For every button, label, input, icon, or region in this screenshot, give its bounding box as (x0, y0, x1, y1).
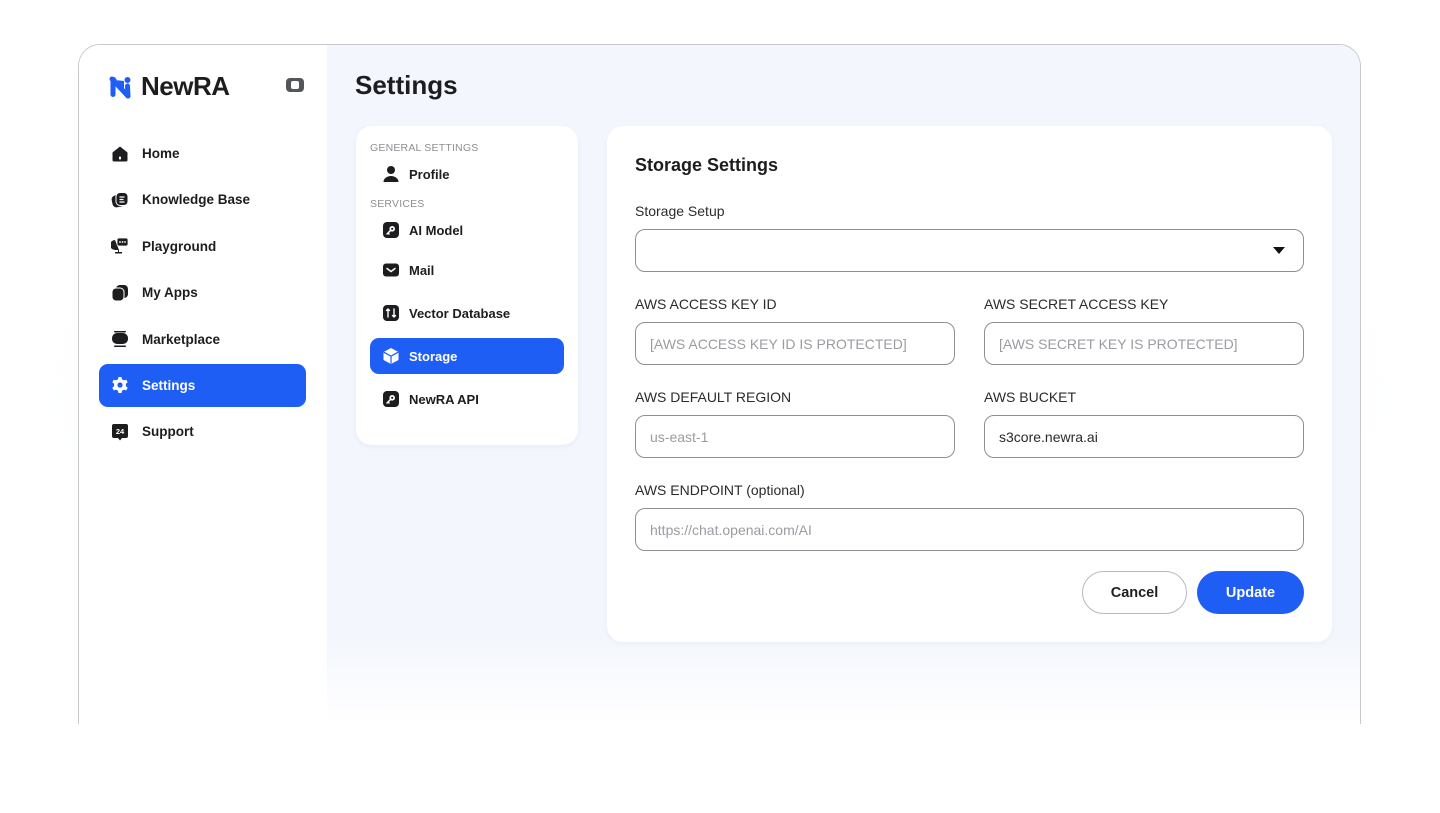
app-window: NewRA Home Knowledge Base Playground My … (78, 44, 1361, 724)
sub-nav-item-label: Vector Database (409, 305, 511, 321)
marketplace-icon (111, 330, 129, 348)
sidebar-item-label: Home (142, 146, 180, 161)
storage-settings-panel: Storage Settings Storage Setup AWS ACCES… (607, 126, 1332, 642)
sidebar-toggle-button[interactable] (286, 78, 304, 92)
brand-name: NewRA (141, 71, 230, 101)
caret-down-icon (1273, 247, 1285, 254)
endpoint-field[interactable] (635, 508, 1304, 551)
bucket-input[interactable] (999, 428, 1303, 445)
sub-nav-item-label: Profile (409, 166, 450, 182)
bucket-field[interactable] (984, 415, 1304, 458)
sidebar-item-label: Settings (142, 377, 196, 393)
default-region-field[interactable] (635, 415, 955, 458)
bucket-label: AWS BUCKET (984, 389, 1077, 405)
access-key-id-input[interactable] (650, 335, 954, 352)
newra-logo-icon (109, 76, 131, 98)
endpoint-label: AWS ENDPOINT (optional) (635, 482, 805, 498)
access-key-id-label: AWS ACCESS KEY ID (635, 296, 777, 312)
storage-setup-select[interactable] (635, 229, 1304, 272)
secret-access-key-label: AWS SECRET ACCESS KEY (984, 296, 1169, 312)
sidebar-item-my-apps[interactable]: My Apps (99, 271, 306, 314)
page-title: Settings (355, 70, 458, 100)
home-icon (111, 145, 129, 163)
gear-icon (111, 376, 129, 394)
sidebar-item-label: My Apps (142, 285, 198, 301)
secret-access-key-input[interactable] (999, 335, 1303, 352)
default-region-label: AWS DEFAULT REGION (635, 389, 792, 405)
panel-title: Storage Settings (635, 155, 779, 175)
key-icon (382, 221, 400, 239)
sub-nav-item-newra-api[interactable]: NewRA API (370, 381, 564, 417)
update-button[interactable]: Update (1197, 571, 1304, 614)
sub-nav-section-heading: SERVICES (370, 198, 425, 210)
access-key-id-field[interactable] (635, 322, 955, 365)
user-icon (382, 165, 400, 183)
endpoint-input[interactable] (650, 521, 1303, 538)
settings-sub-nav: GENERAL SETTINGS Profile SERVICES AI Mod… (356, 126, 578, 445)
sub-nav-item-label: AI Model (409, 222, 464, 238)
sidebar-item-playground[interactable]: Playground (99, 225, 306, 268)
support-24-icon: 24 (111, 423, 129, 441)
vector-database-icon (382, 304, 400, 322)
sidebar-item-marketplace[interactable]: Marketplace (99, 318, 306, 361)
secret-access-key-field[interactable] (984, 322, 1304, 365)
sidebar-item-knowledge-base[interactable]: Knowledge Base (99, 178, 306, 221)
main-content: Settings GENERAL SETTINGS Profile SERVIC… (327, 45, 1360, 724)
mail-icon (382, 261, 400, 279)
sidebar-item-label: Playground (142, 238, 217, 254)
sidebar: NewRA Home Knowledge Base Playground My … (79, 45, 327, 724)
cube-icon (382, 347, 400, 365)
apps-icon (111, 284, 129, 302)
svg-text:24: 24 (116, 427, 125, 436)
sidebar-item-support[interactable]: 24 Support (99, 410, 306, 453)
sidebar-item-label: Support (142, 424, 194, 440)
sub-nav-item-vector-database[interactable]: Vector Database (370, 295, 564, 331)
sidebar-item-label: Knowledge Base (142, 192, 251, 208)
cancel-button[interactable]: Cancel (1082, 571, 1187, 614)
sidebar-item-settings[interactable]: Settings (99, 363, 306, 407)
default-region-input[interactable] (650, 428, 954, 445)
storage-setup-label: Storage Setup (635, 203, 725, 219)
brand: NewRA (109, 71, 230, 102)
sub-nav-item-label: NewRA API (409, 391, 479, 407)
key-icon (382, 390, 400, 408)
sub-nav-item-ai-model[interactable]: AI Model (370, 212, 564, 248)
sidebar-item-label: Marketplace (142, 331, 221, 347)
sub-nav-item-label: Storage (409, 348, 458, 364)
sub-nav-item-mail[interactable]: Mail (370, 252, 564, 288)
knowledge-base-icon (111, 191, 129, 209)
sidebar-item-home[interactable]: Home (99, 132, 306, 175)
sub-nav-section-heading: GENERAL SETTINGS (370, 142, 479, 154)
sub-nav-item-label: Mail (409, 262, 435, 278)
playground-icon (111, 237, 129, 255)
sub-nav-item-profile[interactable]: Profile (370, 156, 564, 192)
sub-nav-item-storage[interactable]: Storage (370, 338, 564, 374)
main-nav: Home Knowledge Base Playground My Apps M… (99, 132, 306, 457)
